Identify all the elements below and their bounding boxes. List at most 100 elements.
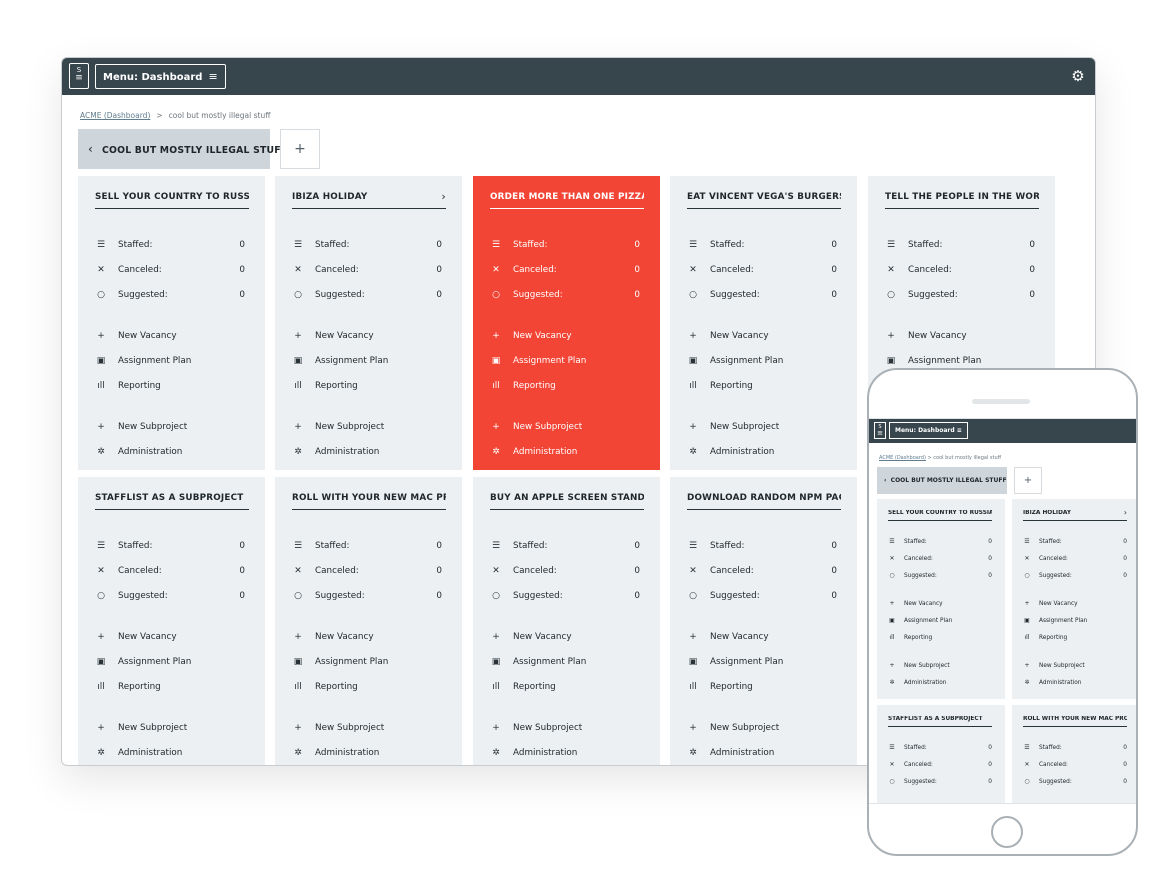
mobile-card-title[interactable]: SELL YOUR COUNTRY TO RUSSIA (888, 510, 992, 521)
action-assignment-plan[interactable]: ▣ Assignment Plan (687, 655, 837, 669)
action-new-vacancy[interactable]: + New Vacancy (95, 630, 245, 644)
action-assignment-plan[interactable]: ▣ Assignment Plan (687, 354, 837, 368)
card-title[interactable]: ROLL WITH YOUR NEW MAC PRO T... (292, 493, 446, 510)
action-reporting[interactable]: ıll Reporting (687, 680, 837, 694)
subproject-card[interactable]: DOWNLOAD RANDOM NPM PACKA... ☰ Staffed: 0 ✕ C… (670, 477, 857, 765)
action-administration[interactable]: ✲ Administration (490, 445, 640, 459)
action-reporting[interactable]: ıll Reporting (490, 379, 640, 393)
action-administration[interactable]: ✲ Administration (687, 746, 837, 760)
action-administration[interactable]: ✲ Administration (490, 746, 640, 760)
action-administration[interactable]: ✲ Administration (95, 746, 245, 760)
subproject-card[interactable]: ORDER MORE THAN ONE PIZZA ☰ Staffed: 0 ✕ Canc… (473, 176, 660, 470)
card-title[interactable]: BUY AN APPLE SCREEN STAND FO... (490, 493, 644, 510)
mobile-action-reporting[interactable]: ıll Reporting (888, 633, 992, 643)
app-logo[interactable]: S ≡ (69, 63, 89, 89)
mobile-subproject-card[interactable]: ROLL WITH YOUR NEW MAC PRO T... ☰ Staffed:… (1012, 705, 1136, 803)
action-new-vacancy[interactable]: + New Vacancy (490, 630, 640, 644)
mobile-action-new-subproject[interactable]: + New Subproject (888, 661, 992, 671)
mobile-card-title[interactable]: IBIZA HOLIDAY › (1023, 510, 1127, 521)
action-new-vacancy[interactable]: + New Vacancy (490, 329, 640, 343)
action-new-vacancy[interactable]: + New Vacancy (95, 329, 245, 343)
action-new-subproject[interactable]: + New Subproject (687, 721, 837, 735)
action-new-subproject[interactable]: + New Subproject (292, 420, 442, 434)
action-new-subproject[interactable]: + New Subproject (490, 420, 640, 434)
mobile-subproject-card[interactable]: IBIZA HOLIDAY › ☰ Staffed: 0 ✕ Canceled: 0 ○ Sugg… (1012, 499, 1136, 699)
subproject-card[interactable]: BUY AN APPLE SCREEN STAND FO... ☰ Staffed:… (473, 477, 660, 765)
card-title[interactable]: EAT VINCENT VEGA'S BURGERS IN... (687, 192, 841, 209)
action-assignment-plan[interactable]: ▣ Assignment Plan (95, 354, 245, 368)
mobile-row-label: Assignment Plan (904, 618, 953, 624)
subproject-card[interactable]: IBIZA HOLIDAY › ☰ Staffed: 0 ✕ Canceled: 0 ○ Sugg… (275, 176, 462, 470)
list-icon: ☰ (293, 240, 303, 250)
phone-home-button[interactable] (991, 816, 1023, 848)
action-new-subproject[interactable]: + New Subproject (95, 420, 245, 434)
action-assignment-plan[interactable]: ▣ Assignment Plan (490, 354, 640, 368)
subproject-card[interactable]: STAFFLIST AS A SUBPROJECT ☰ Staffed: 0 ✕ Canc… (78, 477, 265, 765)
project-back-button[interactable]: ‹ COOL BUT MOSTLY ILLEGAL STUFF (78, 129, 287, 169)
action-new-subproject[interactable]: + New Subproject (687, 420, 837, 434)
card-title[interactable]: TELL THE PEOPLE IN THE WORLD ... (885, 192, 1039, 209)
action-reporting[interactable]: ıll Reporting (95, 680, 245, 694)
mobile-card-title[interactable]: STAFFLIST AS A SUBPROJECT (888, 716, 992, 727)
add-subproject-button[interactable]: + (280, 129, 320, 169)
card-title[interactable]: IBIZA HOLIDAY › (292, 192, 446, 209)
list-icon: ☰ (1024, 744, 1030, 751)
mobile-action-administration[interactable]: ✲ Administration (888, 678, 992, 688)
action-reporting[interactable]: ıll Reporting (490, 680, 640, 694)
subproject-card[interactable]: SELL YOUR COUNTRY TO RUSSIA ☰ Staffed: 0 ✕ Ca… (78, 176, 265, 470)
action-new-vacancy[interactable]: + New Vacancy (687, 630, 837, 644)
mobile-action-reporting[interactable]: ıll Reporting (1023, 633, 1127, 643)
card-title[interactable]: STAFFLIST AS A SUBPROJECT (95, 493, 249, 510)
action-new-vacancy[interactable]: + New Vacancy (687, 329, 837, 343)
action-reporting[interactable]: ıll Reporting (292, 379, 442, 393)
mobile-project-back-button[interactable]: ‹ COOL BUT MOSTLY ILLEGAL STUFF (877, 467, 1007, 494)
action-new-subproject[interactable]: + New Subproject (292, 721, 442, 735)
action-reporting[interactable]: ıll Reporting (292, 680, 442, 694)
action-assignment-plan[interactable]: ▣ Assignment Plan (885, 354, 1035, 368)
circle-icon: ○ (97, 290, 105, 300)
mobile-subproject-card[interactable]: STAFFLIST AS A SUBPROJECT ☰ Staffed: 0 ✕ Canc… (877, 705, 1005, 803)
action-administration[interactable]: ✲ Administration (687, 445, 837, 459)
chevron-right-icon[interactable]: › (1124, 510, 1127, 517)
plus-icon: + (492, 723, 500, 733)
card-title[interactable]: DOWNLOAD RANDOM NPM PACKA... (687, 493, 841, 510)
action-assignment-plan[interactable]: ▣ Assignment Plan (95, 655, 245, 669)
mobile-app-logo[interactable]: S ≡ (874, 422, 886, 439)
action-new-vacancy[interactable]: + New Vacancy (292, 329, 442, 343)
mobile-action-new-subproject[interactable]: + New Subproject (1023, 661, 1127, 671)
action-new-vacancy[interactable]: + New Vacancy (885, 329, 1035, 343)
action-administration[interactable]: ✲ Administration (292, 746, 442, 760)
action-assignment-plan[interactable]: ▣ Assignment Plan (490, 655, 640, 669)
circle-icon: ○ (1024, 778, 1030, 785)
action-reporting[interactable]: ıll Reporting (95, 379, 245, 393)
menu-button[interactable]: Menu: Dashboard ≡ (95, 64, 226, 89)
action-administration[interactable]: ✲ Administration (95, 445, 245, 459)
settings-gear-icon[interactable]: ⚙ (1070, 67, 1086, 85)
mobile-menu-button[interactable]: Menu: Dashboard ≡ (889, 422, 968, 439)
mobile-add-subproject-button[interactable]: + (1014, 467, 1042, 494)
stat-canceled: ✕ Canceled: 0 (95, 564, 245, 578)
row-label: Suggested: (118, 290, 168, 300)
card-title[interactable]: ORDER MORE THAN ONE PIZZA (490, 192, 644, 209)
breadcrumb-root-link[interactable]: ACME (Dashboard) (80, 111, 150, 120)
action-new-vacancy[interactable]: + New Vacancy (292, 630, 442, 644)
mobile-breadcrumb-root-link[interactable]: ACME (Dashboard) (879, 455, 926, 461)
mobile-card-title[interactable]: ROLL WITH YOUR NEW MAC PRO T... (1023, 716, 1127, 727)
mobile-action-new-vacancy[interactable]: + New Vacancy (1023, 599, 1127, 609)
card-title[interactable]: SELL YOUR COUNTRY TO RUSSIA (95, 192, 249, 209)
row-label: Reporting (315, 682, 358, 692)
mobile-action-new-vacancy[interactable]: + New Vacancy (888, 599, 992, 609)
mobile-action-assignment-plan[interactable]: ▣ Assignment Plan (1023, 616, 1127, 626)
mobile-action-administration[interactable]: ✲ Administration (1023, 678, 1127, 688)
mobile-action-assignment-plan[interactable]: ▣ Assignment Plan (888, 616, 992, 626)
action-administration[interactable]: ✲ Administration (292, 445, 442, 459)
subproject-card[interactable]: ROLL WITH YOUR NEW MAC PRO T... ☰ Staffed:… (275, 477, 462, 765)
subproject-card[interactable]: EAT VINCENT VEGA'S BURGERS IN... ☰ Staffed… (670, 176, 857, 470)
chevron-right-icon[interactable]: › (441, 192, 446, 203)
action-assignment-plan[interactable]: ▣ Assignment Plan (292, 655, 442, 669)
action-assignment-plan[interactable]: ▣ Assignment Plan (292, 354, 442, 368)
action-new-subproject[interactable]: + New Subproject (490, 721, 640, 735)
action-reporting[interactable]: ıll Reporting (687, 379, 837, 393)
action-new-subproject[interactable]: + New Subproject (95, 721, 245, 735)
mobile-subproject-card[interactable]: SELL YOUR COUNTRY TO RUSSIA ☰ Staffed: 0 ✕ Ca… (877, 499, 1005, 699)
